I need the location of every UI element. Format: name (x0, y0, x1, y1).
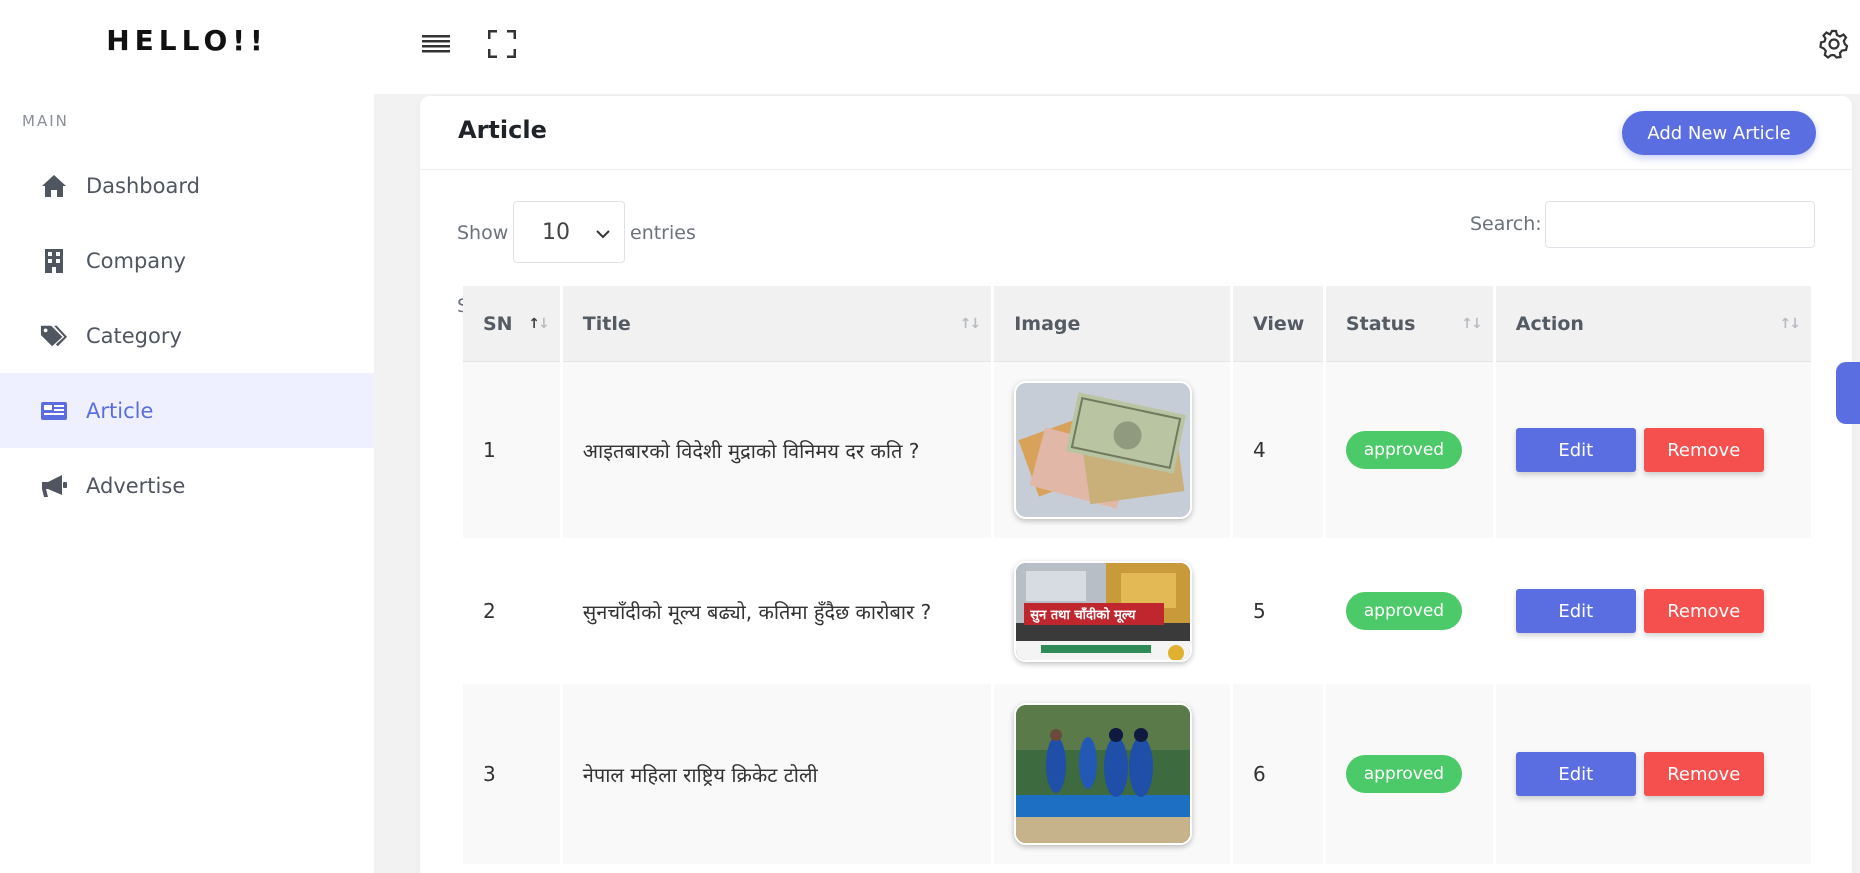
remove-button[interactable]: Remove (1643, 428, 1764, 472)
edit-button[interactable]: Edit (1515, 428, 1636, 472)
entries-label: entries (630, 222, 696, 244)
table-row: 2 सुनचाँदीको मूल्य बढ्यो, कतिमा हुँदैछ क… (463, 538, 1811, 684)
cell-sn: 2 (463, 538, 560, 684)
sidebar-item-label: Article (86, 398, 154, 423)
add-new-article-button[interactable]: Add New Article (1622, 111, 1816, 155)
cell-title: आइतबारको विदेशी मुद्राको विनिमय दर कति ? (562, 362, 992, 538)
show-label-text: Show (457, 222, 509, 244)
cell-view: 4 (1233, 362, 1323, 538)
brand-logo[interactable]: HELLO!! (0, 24, 374, 57)
status-badge: approved (1345, 431, 1462, 469)
cell-view: 6 (1233, 684, 1323, 864)
column-header-title[interactable]: Title ↑↓ (562, 286, 992, 362)
sidebar-item-label: Company (86, 248, 186, 273)
chevron-down-icon (596, 220, 610, 245)
articles-table: SN ↑↓ Title ↑↓ Image View Status ↑↓ Acti… (460, 286, 1814, 864)
column-header-view: View (1233, 286, 1323, 362)
search-input[interactable] (1545, 201, 1815, 248)
column-header-sn[interactable]: SN ↑↓ (463, 286, 560, 362)
tags-icon (40, 322, 68, 350)
building-icon (40, 247, 68, 275)
sidebar-item-article[interactable]: Article (0, 373, 374, 448)
entries-length-select[interactable]: 10 (513, 201, 625, 263)
edit-button[interactable]: Edit (1515, 752, 1636, 796)
sort-icon: ↑↓ (1779, 316, 1802, 332)
sidebar-item-advertise[interactable]: Advertise (0, 448, 374, 523)
table-row: 1 आइतबारको विदेशी मुद्राको विनिमय दर कति… (463, 362, 1811, 538)
gold-silver-bars-image: सुन तथा चाँदीको मूल्य (1014, 560, 1193, 662)
page-title: Article (458, 116, 547, 144)
settings-side-tab[interactable] (1836, 362, 1860, 424)
home-icon (40, 172, 68, 200)
card-header: Article Add New Article (420, 96, 1852, 170)
top-bar (374, 0, 1860, 94)
sort-icon: ↑↓ (1461, 316, 1483, 332)
status-badge: approved (1345, 592, 1462, 630)
fullscreen-icon[interactable] (486, 28, 518, 60)
sidebar-section-label: MAIN (22, 112, 69, 130)
cell-view: 5 (1233, 538, 1323, 684)
cell-sn: 3 (463, 684, 560, 864)
edit-button[interactable]: Edit (1515, 589, 1636, 633)
column-header-action[interactable]: Action ↑↓ (1495, 286, 1811, 362)
sidebar-item-label: Category (86, 323, 182, 348)
sidebar-item-company[interactable]: Company (0, 223, 374, 298)
sort-icon: ↑↓ (959, 316, 982, 332)
gear-icon[interactable] (1818, 28, 1850, 60)
sidebar-item-category[interactable]: Category (0, 298, 374, 373)
megaphone-icon (40, 472, 68, 500)
cell-title: नेपाल महिला राष्ट्रिय क्रिकेट टोली (562, 684, 992, 864)
sidebar-item-label: Advertise (86, 473, 186, 498)
sort-asc-icon: ↑↓ (528, 316, 550, 332)
status-badge: approved (1345, 755, 1462, 793)
image-caption: सुन तथा चाँदीको मूल्य (1030, 607, 1136, 623)
remove-button[interactable]: Remove (1643, 752, 1764, 796)
hamburger-icon[interactable] (420, 28, 452, 60)
remove-button[interactable]: Remove (1643, 589, 1764, 633)
currency-notes-image (1014, 381, 1193, 519)
cell-title: सुनचाँदीको मूल्य बढ्यो, कतिमा हुँदैछ कार… (562, 538, 992, 684)
sidebar-item-label: Dashboard (86, 173, 200, 198)
table-header-row: SN ↑↓ Title ↑↓ Image View Status ↑↓ Acti… (463, 286, 1811, 362)
column-header-image: Image (994, 286, 1231, 362)
column-header-status[interactable]: Status ↑↓ (1325, 286, 1493, 362)
sidebar: HELLO!! MAIN Dashboard Company Category … (0, 0, 374, 873)
entries-length-value: 10 (542, 219, 570, 245)
search-label: Search: (1470, 213, 1542, 235)
cell-sn: 1 (463, 362, 560, 538)
newspaper-icon (40, 397, 68, 425)
sidebar-nav: Dashboard Company Category Article Adver… (0, 148, 374, 523)
table-row: 3 नेपाल महिला राष्ट्रिय क्रिकेट टोली 6 a… (463, 684, 1811, 864)
sidebar-item-dashboard[interactable]: Dashboard (0, 148, 374, 223)
cricket-team-image (1014, 703, 1193, 845)
